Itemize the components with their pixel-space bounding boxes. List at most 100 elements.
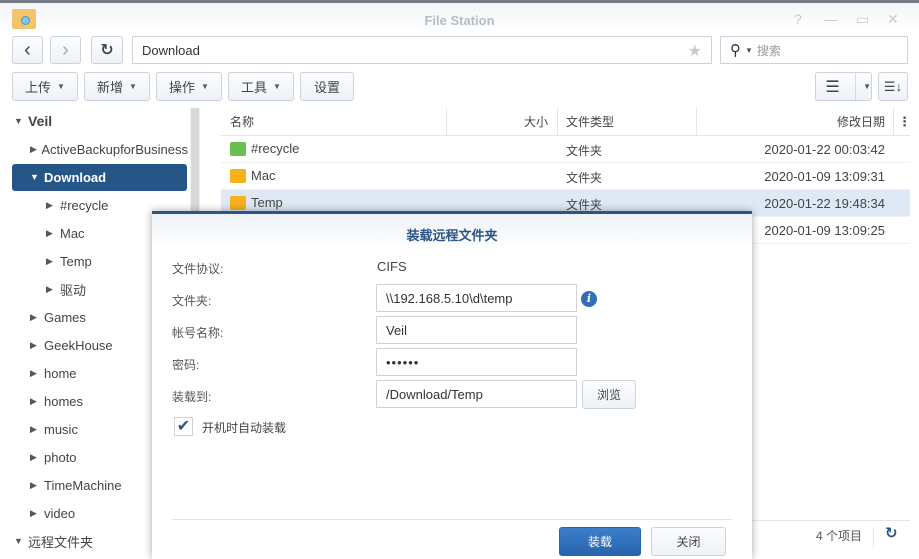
tree-label: photo [44,449,77,465]
create-label: 新增 [97,80,124,95]
recycle-bin-icon [230,142,246,156]
chevron-down-icon[interactable]: ▼ [30,172,44,182]
chevron-right-icon[interactable]: ▶ [30,368,44,379]
close-icon[interactable]: ✕ [887,11,899,28]
folder-label: 文件夹: [172,294,212,308]
file-type: 文件夹 [566,171,603,185]
chevron-right-icon[interactable]: ▶ [30,144,41,155]
protocol-label: 文件协议: [172,262,224,276]
window-title: File Station [424,13,495,28]
column-header-size[interactable]: 大小 [447,108,558,135]
chevron-right-icon[interactable]: ▶ [30,424,44,435]
upload-button[interactable]: 上传 ▼ [12,72,78,101]
minimize-icon[interactable]: — [824,11,838,27]
dialog-title: 装载远程文件夹 [406,228,498,243]
file-name: Mac [251,168,276,183]
action-label: 操作 [169,80,196,95]
tree-label: ActiveBackupforBusiness [41,141,188,157]
chevron-down-icon: ▼ [57,82,65,91]
chevron-down-icon: ▼ [855,73,871,100]
back-button[interactable]: ‹ [12,36,43,64]
upload-label: 上传 [25,80,52,95]
table-row[interactable]: #recycle 文件夹 2020-01-22 00:03:42 [221,136,910,163]
password-label: 密码: [172,358,200,372]
maximize-icon[interactable]: ▭ [856,11,869,28]
table-row[interactable]: Mac 文件夹 2020-01-09 13:09:31 [221,163,910,190]
chevron-right-icon[interactable]: ▶ [30,340,44,351]
favorite-star-icon[interactable]: ★ [688,41,702,61]
chevron-right-icon[interactable]: ▶ [46,284,60,295]
tree-label: Temp [60,253,92,269]
password-input[interactable]: •••••• [376,348,577,376]
chevron-right-icon[interactable]: ▶ [30,508,44,519]
tree-label: Games [44,309,86,325]
search-placeholder: 搜索 [756,43,781,58]
settings-button[interactable]: 设置 [300,72,354,101]
folder-icon [230,169,246,183]
auto-mount-label[interactable]: 开机时自动装载 [202,419,286,436]
column-header-name[interactable]: 名称 [221,108,447,135]
forward-button[interactable]: › [50,36,81,64]
browse-button[interactable]: 浏览 [582,380,636,409]
action-button[interactable]: 操作 ▼ [156,72,222,101]
tree-label: homes [44,393,84,409]
column-options-icon[interactable]: ⋮ [898,114,911,130]
list-view-icon: ☰ [825,78,840,96]
close-button[interactable]: 关闭 [651,527,726,556]
column-header-type[interactable]: 文件类型 [558,108,697,135]
tools-button[interactable]: 工具 ▼ [228,72,294,101]
file-date: 2020-01-09 13:09:25 [764,223,885,238]
view-mode-button[interactable]: ☰ ▼ [815,72,872,101]
remote-folder-icon [230,196,246,210]
account-label: 帐号名称: [172,326,224,340]
chevron-right-icon[interactable]: ▶ [30,396,44,407]
tree-label: #recycle [60,197,109,213]
chevron-right-icon[interactable]: ▶ [30,312,44,323]
tree-label: TimeMachine [44,477,122,493]
info-icon[interactable]: i [581,291,597,307]
tree-label: GeekHouse [44,337,113,353]
chevron-down-icon: ▼ [273,82,281,91]
sort-icon[interactable]: ☰↓ [878,72,908,101]
account-input[interactable]: Veil [376,316,577,344]
status-refresh-icon[interactable]: ↻ [885,524,898,542]
dialog-footer-divider [172,519,732,520]
chevron-right-icon[interactable]: ▶ [46,256,60,267]
create-button[interactable]: 新增 ▼ [84,72,150,101]
chevron-right-icon[interactable]: ▶ [30,452,44,463]
sidebar-root-veil[interactable]: ▼ Veil [14,108,52,134]
tools-label: 工具 [241,80,268,95]
file-name: Temp [251,195,283,210]
path-text: Download [142,42,200,58]
search-icon: ⚲ [730,42,741,59]
title-bar: File Station ? — ▭ ✕ [0,3,919,35]
search-input[interactable]: ⚲ ▼ 搜索 [720,36,908,64]
tree-label: music [44,421,78,437]
chevron-right-icon[interactable]: ▶ [46,200,60,211]
tree-label: home [44,365,77,381]
help-icon[interactable]: ? [794,11,802,27]
chevron-down-icon: ▼ [129,82,137,91]
file-date: 2020-01-22 19:48:34 [764,196,885,211]
tree-label: 远程文件夹 [28,534,94,550]
chevron-right-icon[interactable]: ▶ [30,480,44,491]
refresh-button[interactable]: ↻ [91,36,123,64]
path-input[interactable]: Download ★ [132,36,712,64]
tree-label: Download [44,169,107,185]
sidebar-item[interactable]: ▶ ActiveBackupforBusiness [30,136,188,162]
chevron-right-icon[interactable]: ▶ [46,228,60,239]
column-header-date[interactable]: 修改日期 [697,108,894,135]
tree-label: video [44,505,76,521]
sidebar-item[interactable]: ▼ Download [30,164,188,190]
sidebar-remote-folders[interactable]: ▼ 远程文件夹 [14,528,93,554]
mount-path-input[interactable]: /Download/Temp [376,380,577,408]
chevron-down-icon: ▼ [201,82,209,91]
file-type: 文件夹 [566,144,603,158]
mount-button[interactable]: 装载 [559,527,641,556]
item-count: 4 个项目 [816,529,863,543]
folder-input[interactable]: \\192.168.5.10\d\temp [376,284,577,312]
auto-mount-checkbox[interactable]: ✔ [174,417,193,436]
tree-label: 驱动 [60,282,87,298]
file-date: 2020-01-09 13:09:31 [764,169,885,184]
status-separator [873,527,874,547]
